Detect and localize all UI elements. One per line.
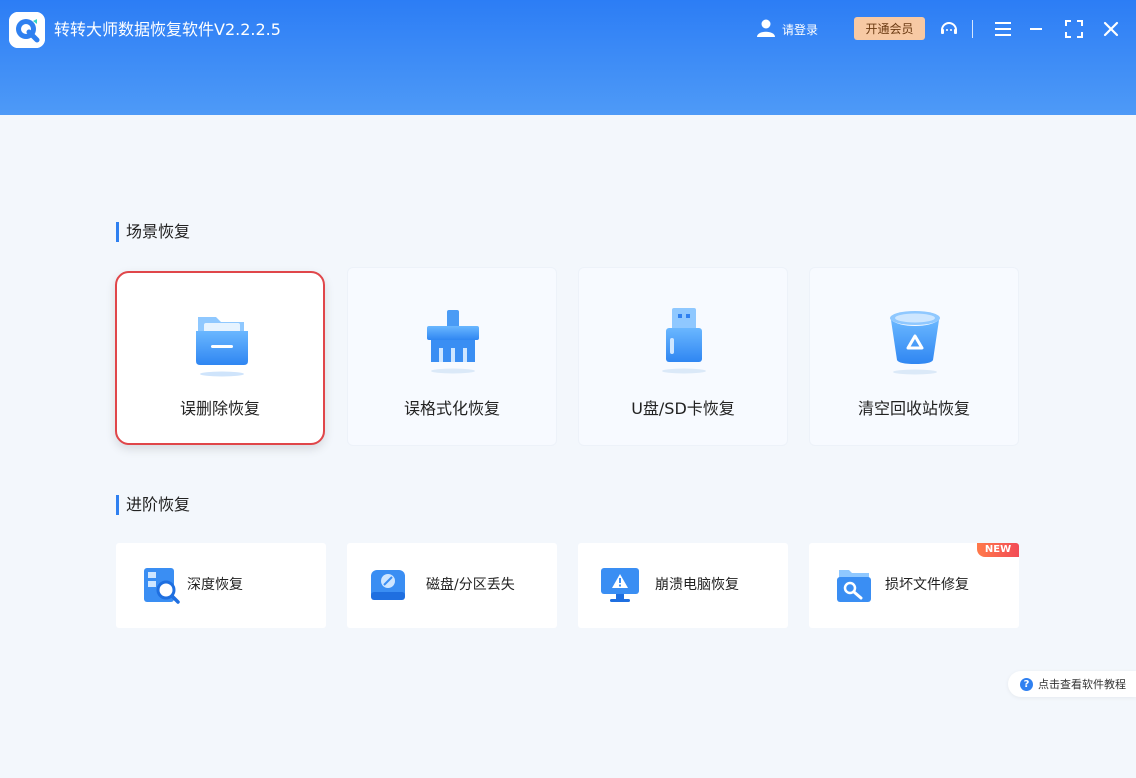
- tutorial-link[interactable]: ? 点击查看软件教程: [1008, 671, 1136, 697]
- adv-item-label: 崩溃电脑恢复: [655, 577, 739, 593]
- folder-icon: [192, 309, 252, 379]
- close-icon[interactable]: [1100, 18, 1122, 40]
- help-icon: ?: [1020, 677, 1033, 691]
- vip-button[interactable]: 开通会员: [854, 17, 925, 40]
- card-label: U盘/SD卡恢复: [631, 399, 735, 418]
- card-usb-sd-recovery[interactable]: U盘/SD卡恢复: [578, 267, 788, 446]
- scene-section-title: 场景恢复: [116, 222, 190, 242]
- disk-icon: [369, 566, 409, 604]
- adv-item-crashed-pc-recovery[interactable]: 崩溃电脑恢复: [578, 543, 788, 628]
- broom-icon: [423, 306, 483, 376]
- menu-icon[interactable]: [992, 18, 1014, 40]
- card-label: 误格式化恢复: [403, 399, 500, 418]
- user-icon: [756, 18, 776, 41]
- adv-item-damaged-file-repair[interactable]: NEW 损坏文件修复: [809, 543, 1019, 628]
- adv-item-label: 深度恢复: [187, 577, 243, 593]
- login-button[interactable]: 请登录: [756, 17, 818, 41]
- advanced-section-title: 进阶恢复: [116, 495, 190, 515]
- file-repair-icon: [835, 566, 875, 604]
- maximize-icon[interactable]: [1063, 18, 1085, 40]
- login-label: 请登录: [782, 22, 819, 37]
- card-label: 误删除恢复: [179, 399, 260, 418]
- crashed-monitor-icon: [600, 566, 640, 604]
- title-bar: 转转大师数据恢复软件V2.2.2.5 请登录 开通会员: [0, 0, 1136, 115]
- adv-item-label: 损坏文件修复: [885, 577, 969, 593]
- card-format-recovery[interactable]: 误格式化恢复: [347, 267, 557, 446]
- deep-scan-icon: [142, 566, 182, 604]
- card-recycle-bin-recovery[interactable]: 清空回收站恢复: [809, 267, 1019, 446]
- adv-item-deep-recovery[interactable]: 深度恢复: [116, 543, 326, 628]
- support-icon[interactable]: [938, 18, 960, 40]
- card-accidental-delete[interactable]: 误删除恢复: [115, 271, 325, 445]
- recycle-bin-icon: [885, 306, 945, 376]
- new-badge: NEW: [977, 543, 1019, 557]
- card-label: 清空回收站恢复: [857, 399, 970, 418]
- minimize-icon[interactable]: [1025, 18, 1047, 40]
- tutorial-label: 点击查看软件教程: [1038, 678, 1126, 691]
- app-logo-icon: [9, 12, 45, 48]
- adv-item-disk-partition-loss[interactable]: 磁盘/分区丢失: [347, 543, 557, 628]
- header-divider: [972, 20, 973, 38]
- usb-drive-icon: [654, 306, 714, 376]
- adv-item-label: 磁盘/分区丢失: [426, 577, 515, 593]
- app-title: 转转大师数据恢复软件V2.2.2.5: [54, 20, 281, 39]
